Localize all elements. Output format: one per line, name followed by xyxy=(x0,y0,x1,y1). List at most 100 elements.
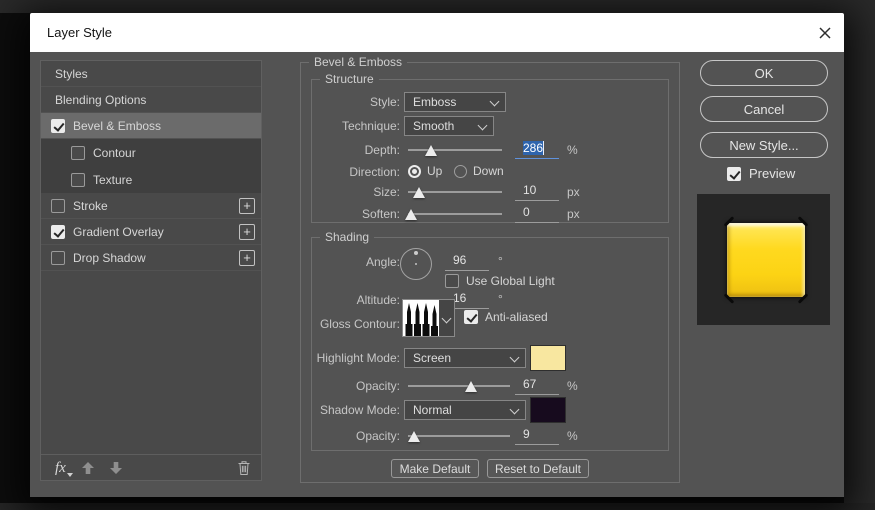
direction-down-option[interactable]: Down xyxy=(454,164,504,178)
soften-input[interactable]: 0 xyxy=(515,205,559,223)
size-input[interactable]: 10 xyxy=(515,183,559,201)
shadow-color-swatch[interactable] xyxy=(530,397,566,423)
preview-corner-shadow xyxy=(798,216,809,227)
preview-option[interactable]: Preview xyxy=(727,166,795,181)
angle-dial-pointer[interactable] xyxy=(414,251,418,255)
depth-input[interactable]: 286 xyxy=(515,141,559,159)
anti-aliased-option[interactable]: Anti-aliased xyxy=(464,310,548,324)
checkbox-checked-icon[interactable] xyxy=(727,167,741,181)
highlight-mode-dropdown[interactable]: Screen xyxy=(404,348,526,368)
technique-dropdown[interactable]: Smooth xyxy=(404,116,494,136)
preview-thumbnail xyxy=(697,194,830,325)
chevron-down-icon xyxy=(490,97,500,107)
sidebar-footer: fx xyxy=(41,454,261,480)
checkbox-checked-icon[interactable] xyxy=(464,310,478,324)
dialog-title: Layer Style xyxy=(30,25,112,40)
radio-selected-icon[interactable] xyxy=(408,165,421,178)
ok-button[interactable]: OK xyxy=(700,60,828,86)
altitude-value: 16 xyxy=(453,291,466,305)
fx-menu-button[interactable]: fx xyxy=(55,458,66,478)
shadow-opacity-label: Opacity: xyxy=(312,426,400,446)
highlight-mode-label: Highlight Mode: xyxy=(312,348,400,368)
highlight-opacity-unit: % xyxy=(567,376,578,396)
sidebar-item-drop-shadow[interactable]: Drop Shadow + xyxy=(41,245,261,271)
highlight-opacity-slider[interactable] xyxy=(408,376,510,396)
slider-thumb[interactable] xyxy=(465,381,477,392)
soften-label: Soften: xyxy=(312,204,400,224)
slider-track[interactable] xyxy=(408,213,502,215)
direction-down-label: Down xyxy=(473,164,504,178)
direction-up-option[interactable]: Up xyxy=(408,164,442,178)
sidebar-item-bevel-emboss[interactable]: Bevel & Emboss xyxy=(41,113,261,139)
bevel-emboss-panel: Bevel & Emboss Structure Style: Emboss T… xyxy=(300,62,680,483)
slider-track[interactable] xyxy=(408,435,510,437)
slider-thumb[interactable] xyxy=(408,431,420,442)
angle-label: Angle: xyxy=(312,252,400,272)
size-value: 10 xyxy=(523,183,536,197)
slider-thumb[interactable] xyxy=(405,209,417,220)
slider-track[interactable] xyxy=(408,385,510,387)
highlight-opacity-value: 67 xyxy=(523,377,536,391)
style-dropdown[interactable]: Emboss xyxy=(404,92,506,112)
panel-title: Bevel & Emboss xyxy=(309,55,407,69)
depth-value: 286 xyxy=(523,141,544,155)
shadow-opacity-slider[interactable] xyxy=(408,426,510,446)
highlight-opacity-input[interactable]: 67 xyxy=(515,377,559,395)
slider-thumb[interactable] xyxy=(425,145,437,156)
checkbox-checked-icon[interactable] xyxy=(51,119,65,133)
direction-up-label: Up xyxy=(427,164,442,178)
soften-slider[interactable] xyxy=(408,204,502,224)
reset-to-default-button[interactable]: Reset to Default xyxy=(487,459,589,478)
checkbox-unchecked-icon[interactable] xyxy=(71,173,85,187)
sidebar-item-contour[interactable]: Contour xyxy=(41,139,261,166)
highlight-color-swatch[interactable] xyxy=(530,345,566,371)
style-value: Emboss xyxy=(413,95,456,109)
angle-input[interactable]: 96 xyxy=(445,253,489,271)
angle-dial[interactable] xyxy=(400,248,432,280)
preview-corner-shadow xyxy=(798,293,809,304)
chevron-down-icon xyxy=(510,353,520,363)
plus-icon[interactable]: + xyxy=(239,198,255,214)
direction-label: Direction: xyxy=(312,162,400,182)
shading-section: Shading Angle: 96 ° Use Global Light Alt… xyxy=(311,237,669,451)
plus-icon[interactable]: + xyxy=(239,224,255,240)
radio-unselected-icon[interactable] xyxy=(454,165,467,178)
make-default-button[interactable]: Make Default xyxy=(391,459,479,478)
chevron-down-icon xyxy=(67,473,73,477)
sidebar-item-stroke[interactable]: Stroke + xyxy=(41,193,261,219)
size-slider[interactable] xyxy=(408,182,502,202)
chevron-down-icon xyxy=(510,405,520,415)
sidebar-item-blending-options[interactable]: Blending Options xyxy=(41,87,261,113)
close-icon[interactable] xyxy=(816,24,834,42)
slider-thumb[interactable] xyxy=(413,187,425,198)
preview-corner-shadow xyxy=(724,293,735,304)
new-style-button[interactable]: New Style... xyxy=(700,132,828,158)
technique-value: Smooth xyxy=(413,119,454,133)
depth-slider[interactable] xyxy=(408,140,502,160)
gloss-contour-picker[interactable] xyxy=(402,299,455,337)
shadow-mode-dropdown[interactable]: Normal xyxy=(404,400,526,420)
checkbox-unchecked-icon[interactable] xyxy=(51,199,65,213)
plus-icon[interactable]: + xyxy=(239,250,255,266)
cancel-button[interactable]: Cancel xyxy=(700,96,828,122)
checkbox-unchecked-icon[interactable] xyxy=(445,274,459,288)
move-up-icon[interactable] xyxy=(82,462,94,474)
technique-label: Technique: xyxy=(312,116,400,136)
slider-track[interactable] xyxy=(408,149,502,151)
trash-icon[interactable] xyxy=(237,460,251,481)
sidebar-item-styles[interactable]: Styles xyxy=(41,61,261,87)
use-global-light-option[interactable]: Use Global Light xyxy=(445,274,555,288)
shadow-opacity-input[interactable]: 9 xyxy=(515,427,559,445)
move-down-icon[interactable] xyxy=(110,462,122,474)
background-bottom xyxy=(0,503,875,510)
sidebar-item-texture[interactable]: Texture xyxy=(41,166,261,193)
depth-label: Depth: xyxy=(312,140,400,160)
screen: Layer Style Styles Blending Options xyxy=(0,0,875,510)
checkbox-unchecked-icon[interactable] xyxy=(51,251,65,265)
soften-value: 0 xyxy=(523,205,530,219)
depth-unit: % xyxy=(567,140,578,160)
sidebar-item-gradient-overlay[interactable]: Gradient Overlay + xyxy=(41,219,261,245)
checkbox-unchecked-icon[interactable] xyxy=(71,146,85,160)
checkbox-checked-icon[interactable] xyxy=(51,225,65,239)
dialog-titlebar[interactable]: Layer Style xyxy=(30,13,844,52)
